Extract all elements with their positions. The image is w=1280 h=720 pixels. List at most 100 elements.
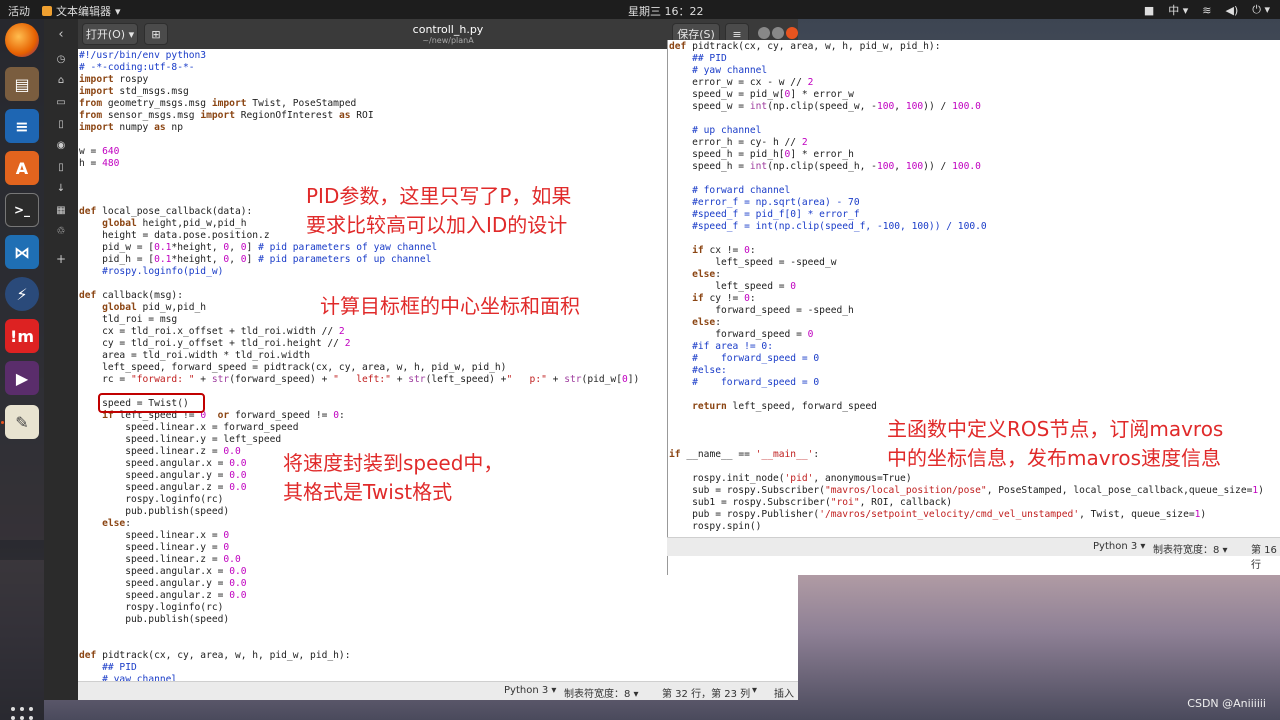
code-line[interactable]: # forward channel [669,185,1280,197]
software-center-icon[interactable]: A [5,151,39,185]
code-line[interactable]: speed_h = pid_h[0] * error_h [669,149,1280,161]
language-selector[interactable]: Python 3 ▾ [504,685,556,696]
show-applications-icon[interactable] [11,707,33,720]
code-line[interactable]: def pidtrack(cx, cy, area, w, h, pid_w, … [669,41,1280,53]
code-line[interactable]: return left_speed, forward_speed [669,401,1280,413]
firefox-icon[interactable] [5,23,39,57]
code-line[interactable]: sub1 = rospy.Subscriber("roi", ROI, call… [669,497,1280,509]
volume-icon[interactable]: ◀) [1226,4,1239,17]
code-line[interactable]: sub = rospy.Subscriber("mavros/local_pos… [669,485,1280,497]
clock[interactable]: 星期三 16：22 [628,3,704,19]
code-line[interactable]: error_h = cy- h // 2 [669,137,1280,149]
text-editor-app-icon [42,6,52,16]
code-line[interactable]: forward_speed = 0 [669,329,1280,341]
film-icon[interactable]: ▦ [52,205,70,216]
tab-width-selector[interactable]: 制表符宽度：8 ▾ [564,685,639,700]
tab-width-selector[interactable]: 制表符宽度：8 ▾ [1153,541,1228,556]
code-line[interactable]: # forward_speed = 0 [669,377,1280,389]
code-line[interactable]: error_w = cx - w // 2 [669,77,1280,89]
mailspring-icon[interactable]: !m [5,319,39,353]
editor-side-panel: ‹ ◷ ⌂ ▭ ▯ ◉ ▯ ↓ ▦ ♲ + [44,19,78,700]
language-selector[interactable]: Python 3 ▾ [1093,541,1145,552]
home-icon[interactable]: ⌂ [52,75,70,86]
secondary-code-editor[interactable]: def pidtrack(cx, cy, area, w, h, pid_w, … [667,40,1280,575]
code-line[interactable]: speed.angular.z = 0.0 [79,590,798,602]
close-button[interactable] [786,27,798,39]
terminal-icon[interactable]: >_ [5,193,39,227]
network-icon[interactable]: ≋ [1202,4,1211,17]
code-line[interactable]: def pidtrack(cx, cy, area, w, h, pid_w, … [79,650,798,662]
code-line[interactable]: # up channel [669,125,1280,137]
power-icon[interactable]: ⏻ ▾ [1252,3,1270,17]
vscode-icon[interactable]: ⋈ [5,235,39,269]
activities-button[interactable]: 活动 [8,3,30,19]
csdn-watermark: CSDN @Aniiiiii [1187,697,1266,710]
code-line[interactable]: #speed_f = pid_f[0] * error_f [669,209,1280,221]
pid-note-line-2: 要求比较高可以加入ID的设计 [306,213,568,237]
insert-mode: 插入 [774,689,794,700]
code-line[interactable]: # yaw channel [669,65,1280,77]
code-line[interactable] [669,389,1280,401]
speed-note-line-2: 其格式是Twist格式 [283,480,453,504]
main-statusbar: Python 3 ▾ 制表符宽度：8 ▾ 第 32 行，第 23 列 ▾ 插入 [78,681,798,700]
camera-icon[interactable]: ◉ [52,140,70,151]
code-line[interactable]: rospy.spin() [669,521,1280,533]
code-line[interactable] [79,626,798,638]
qgroundcontrol-icon[interactable]: ⚡ [5,277,39,311]
system-tray[interactable]: ■ 中 ▾ ≋ ◀) ⏻ ▾ [1144,2,1270,18]
document-icon[interactable]: ▯ [52,119,70,130]
file-icon[interactable]: ▯ [52,162,70,173]
running-indicator-dot [1,421,4,424]
recent-icon[interactable]: ◷ [52,54,70,65]
menu-icon: ≡ [732,27,742,41]
code-line[interactable] [669,173,1280,185]
code-line[interactable]: pub.publish(speed) [79,614,798,626]
code-line[interactable]: #error_f = np.sqrt(area) - 70 [669,197,1280,209]
code-line[interactable]: speed.angular.y = 0.0 [79,578,798,590]
code-line[interactable]: else: [669,317,1280,329]
cursor-position[interactable]: 第 16 行 [1251,541,1280,571]
code-line[interactable]: left_speed = -speed_w [669,257,1280,269]
open-button[interactable]: 打开(O) ▾ [82,23,138,45]
camera-icon[interactable]: ■ [1144,4,1154,17]
code-line[interactable]: if cx != 0: [669,245,1280,257]
writer-icon[interactable]: ≡ [5,109,39,143]
video-player-icon[interactable]: ▶ [5,361,39,395]
code-line[interactable]: ## PID [669,53,1280,65]
code-line[interactable]: pub = rospy.Publisher('/mavros/setpoint_… [669,509,1280,521]
text-editor-icon[interactable]: ✎ [5,405,39,439]
code-line[interactable]: rospy.init_node('pid', anonymous=True) [669,473,1280,485]
app-menu[interactable]: 文本编辑器 ▾ [42,3,121,19]
speed-note-line-1: 将速度封装到speed中， [283,451,504,475]
code-line[interactable]: forward_speed = -speed_h [669,305,1280,317]
language-indicator[interactable]: 中 ▾ [1168,2,1188,18]
code-line[interactable]: speed_w = int(np.clip(speed_w, -100, 100… [669,101,1280,113]
download-icon[interactable]: ↓ [52,183,70,194]
code-line[interactable]: speed_h = int(np.clip(speed_h, -100, 100… [669,161,1280,173]
code-line[interactable]: # forward_speed = 0 [669,353,1280,365]
trash-icon[interactable]: ♲ [52,226,70,237]
cursor-position[interactable]: 第 32 行，第 23 列 [662,685,750,700]
code-line[interactable]: # yaw channel [79,674,798,681]
code-line[interactable] [669,233,1280,245]
code-line[interactable]: #else: [669,365,1280,377]
back-arrow-icon[interactable]: ‹ [52,27,70,42]
maximize-button[interactable] [772,27,784,39]
code-line[interactable] [669,113,1280,125]
code-line[interactable]: speed_w = pid_w[0] * error_w [669,89,1280,101]
new-document-button[interactable]: ⊞ [144,23,168,45]
speed-highlight-box [98,393,205,413]
main-note-line-2: 中的坐标信息，发布mavros速度信息 [887,446,1222,470]
code-line[interactable]: else: [669,269,1280,281]
code-line[interactable]: left_speed = 0 [669,281,1280,293]
minimize-button[interactable] [758,27,770,39]
code-line[interactable]: rospy.loginfo(rc) [79,602,798,614]
code-line[interactable] [79,638,798,650]
files-icon[interactable]: ▤ [5,67,39,101]
add-icon[interactable]: + [52,252,70,266]
code-line[interactable]: if cy != 0: [669,293,1280,305]
code-line[interactable]: #speed_f = int(np.clip(speed_f, -100, 10… [669,221,1280,233]
code-line[interactable]: #if area != 0: [669,341,1280,353]
folder-icon[interactable]: ▭ [52,97,70,108]
code-line[interactable]: ## PID [79,662,798,674]
